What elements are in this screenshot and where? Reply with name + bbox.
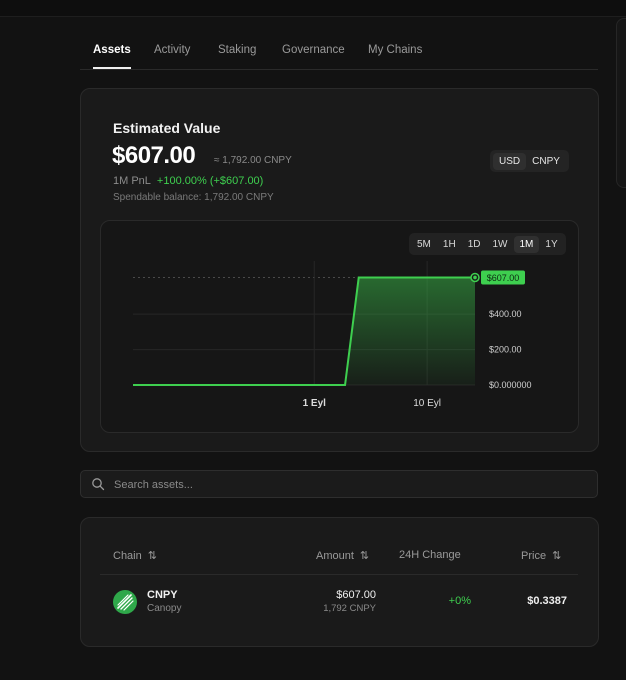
asset-amount: $607.00 — [336, 589, 376, 601]
estimated-value-title: Estimated Value — [113, 120, 221, 136]
x-tick-label: 1 Eyl — [303, 398, 327, 409]
tab-staking[interactable]: Staking — [218, 40, 256, 68]
current-point-dot — [473, 275, 477, 280]
header-change-label: 24H Change — [399, 549, 461, 561]
search-icon — [92, 478, 105, 491]
asset-24h-change: +0% — [448, 595, 471, 607]
range-1m-button[interactable]: 1M — [513, 235, 540, 253]
search-input[interactable] — [112, 474, 586, 496]
header-chain-label: Chain — [113, 549, 142, 562]
header-price-label: Price — [521, 549, 547, 562]
asset-name: Canopy — [147, 603, 182, 614]
range-1y-button[interactable]: 1Y — [539, 236, 563, 253]
sort-icon: ⇅ — [359, 550, 370, 562]
range-5m-button[interactable]: 5M — [411, 236, 437, 253]
currency-usd-button[interactable]: USD — [493, 152, 527, 170]
estimated-value-card: Estimated Value $607.00 ≈ 1,792.00 CNPY … — [80, 88, 599, 452]
tab-activity[interactable]: Activity — [154, 40, 190, 68]
value-chart: $607.00 $400.00 $200.00 $0.000000 1 Eyl 10 Ey… — [100, 220, 579, 433]
range-1h-button[interactable]: 1H — [437, 236, 462, 253]
header-24h-change: 24H Change — [399, 549, 461, 561]
range-1d-button[interactable]: 1D — [462, 236, 487, 253]
pnl-value: +100.00% (+$607.00) — [156, 175, 264, 187]
range-1w-button[interactable]: 1W — [487, 236, 514, 253]
asset-amount-tokens: 1,792 CNPY — [323, 603, 376, 614]
asset-price: $0.3387 — [527, 595, 567, 607]
y-tick-label: $200.00 — [489, 345, 522, 355]
side-panel — [616, 18, 626, 188]
tab-my-chains[interactable]: My Chains — [368, 40, 422, 68]
cnpy-logo-icon — [113, 590, 137, 614]
asset-search — [80, 470, 598, 498]
tab-assets[interactable]: Assets — [93, 40, 131, 69]
spendable-balance: Spendable balance: 1,792.00 CNPY — [113, 192, 274, 203]
y-tick-label: $0.000000 — [489, 380, 532, 390]
tab-bar: Assets Activity Staking Governance My Ch… — [80, 40, 598, 70]
header-amount[interactable]: Amount ⇅ — [316, 549, 370, 563]
header-amount-label: Amount — [316, 549, 354, 562]
header-price[interactable]: Price ⇅ — [521, 549, 562, 563]
x-tick-label: 10 Eyl — [413, 398, 441, 409]
y-tick-label: $400.00 — [489, 309, 522, 319]
estimated-value-amount: $607.00 — [112, 142, 196, 169]
sort-icon: ⇅ — [147, 550, 157, 562]
assets-table: Chain ⇅ Amount ⇅ 24H Change Price ⇅ CNPY… — [80, 517, 599, 647]
estimated-value-approx: ≈ 1,792.00 CNPY — [214, 155, 292, 166]
time-range-selector: 5M 1H 1D 1W 1M 1Y — [409, 233, 566, 255]
asset-symbol: CNPY — [147, 589, 178, 601]
pnl-row: 1M PnL +100.00% (+$607.00) — [113, 175, 263, 187]
header-chain[interactable]: Chain ⇅ — [113, 549, 157, 563]
currency-cnpy-button[interactable]: CNPY — [526, 153, 566, 170]
value-area — [133, 277, 475, 385]
tab-governance[interactable]: Governance — [282, 40, 345, 68]
current-value-label: $607.00 — [487, 273, 520, 283]
pnl-label: 1M PnL — [113, 175, 151, 187]
table-divider — [100, 574, 578, 575]
sort-icon: ⇅ — [552, 550, 562, 562]
currency-toggle: USD CNPY — [490, 150, 569, 172]
top-bar — [0, 0, 626, 17]
